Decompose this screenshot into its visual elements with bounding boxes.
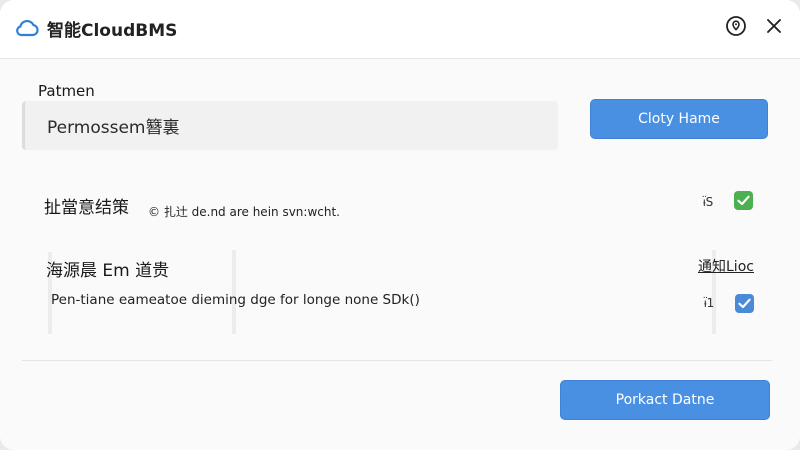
porkact-datne-button[interactable]: Porkact Datne (560, 380, 770, 420)
checkmark-icon (738, 294, 751, 313)
row-2-checkbox[interactable] (735, 294, 754, 313)
title-bar: 智能CloudBMS (0, 0, 800, 59)
row-1-description: © 扎辻 de.nd are hein svn:wcht. (148, 205, 340, 219)
app-title: 智能CloudBMS (47, 21, 178, 41)
row-1-count: ᵼ̈S (703, 195, 714, 209)
close-icon (765, 17, 783, 39)
dialog-window: 智能CloudBMS Patmen Cloty Hame 扯當意结策 © 扎辻 … (0, 0, 800, 450)
notification-link[interactable]: 通知Lioc (698, 256, 754, 276)
row-1-title: 扯當意结策 (44, 198, 129, 218)
location-pin-icon (725, 15, 747, 41)
cloud-icon (14, 17, 40, 39)
checkmark-icon (737, 191, 750, 210)
help-button[interactable] (722, 14, 750, 42)
row-2-title: 海源晨 Em 道贵 (46, 261, 170, 281)
footer-divider (22, 360, 772, 361)
row-1-checkbox[interactable] (734, 191, 753, 210)
row-2-description: Pen-tiane eameatoe dieming dge for longe… (51, 292, 420, 308)
close-button[interactable] (760, 14, 788, 42)
field-label: Patmen (38, 82, 95, 100)
row-2-count: ᵼ̈1 (704, 296, 715, 310)
permission-input[interactable] (22, 101, 558, 150)
cloty-hame-button[interactable]: Cloty Hame (590, 99, 768, 139)
